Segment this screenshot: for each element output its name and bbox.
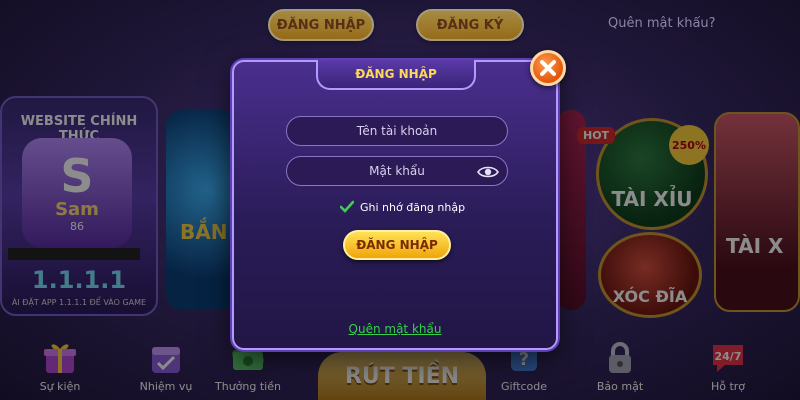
percent-badge: 250% bbox=[669, 125, 709, 165]
password-input[interactable]: Mật khẩu bbox=[286, 156, 508, 186]
hot-badge: HOT bbox=[577, 127, 616, 144]
username-input[interactable]: Tên tài khoản bbox=[286, 116, 508, 146]
close-icon bbox=[540, 60, 556, 76]
forgot-password-link[interactable]: Quên mật khẩu bbox=[234, 322, 556, 336]
checkmark-icon bbox=[340, 200, 354, 213]
svg-text:?: ? bbox=[519, 349, 529, 370]
nav-rewards-label: Thưởng tiền bbox=[215, 380, 281, 393]
gift-box-icon bbox=[40, 340, 80, 376]
nav-security[interactable]: Bảo mật bbox=[584, 340, 656, 400]
taixiu-card-label: TÀI X bbox=[726, 234, 784, 258]
website-card: WEBSITE CHÍNH THỨC S Sam 86 1.1.1.1 ÀI Đ… bbox=[0, 96, 158, 316]
nav-missions-label: Nhiệm vụ bbox=[139, 380, 193, 393]
login-button[interactable]: ĐĂNG NHẬP bbox=[343, 230, 451, 260]
sam86-logo: S Sam 86 bbox=[22, 138, 132, 248]
nav-giftcode-label: Giftcode bbox=[500, 380, 548, 393]
calendar-icon bbox=[146, 340, 186, 376]
support-247-icon: 24/7 bbox=[708, 340, 748, 376]
website-hint: ÀI ĐẶT APP 1.1.1.1 ĐỂ VÀO GAME bbox=[11, 298, 147, 307]
password-placeholder: Mật khẩu bbox=[369, 164, 425, 178]
taixiu-game-icon[interactable]: HOT 250% TÀI XỈU bbox=[577, 118, 709, 230]
nav-support[interactable]: 24/7 Hỗ trợ bbox=[692, 340, 764, 400]
remember-me-checkbox[interactable]: Ghi nhớ đăng nhập bbox=[340, 200, 465, 214]
withdraw-button[interactable]: RÚT TIỀN bbox=[318, 352, 486, 400]
fish-game-label: BẮN bbox=[180, 220, 228, 244]
eye-icon[interactable] bbox=[477, 163, 499, 181]
nav-events-label: Sự kiện bbox=[39, 380, 81, 393]
top-forgot-password-link[interactable]: Quên mật khẩu? bbox=[608, 16, 716, 31]
remember-me-label: Ghi nhớ đăng nhập bbox=[360, 200, 466, 214]
lock-icon bbox=[600, 340, 640, 376]
nav-missions[interactable]: Nhiệm vụ bbox=[130, 340, 202, 400]
website-version: 1.1.1.1 bbox=[31, 266, 127, 294]
website-url-bar bbox=[8, 248, 140, 260]
login-modal: ĐĂNG NHẬP Tên tài khoản Mật khẩu Ghi nhớ… bbox=[232, 50, 566, 350]
taixiu-label: TÀI XỈU bbox=[611, 187, 693, 211]
logo-name: Sam bbox=[55, 199, 99, 220]
logo-number: 86 bbox=[70, 220, 84, 233]
top-login-button[interactable]: ĐĂNG NHẬP bbox=[268, 9, 374, 41]
modal-title: ĐĂNG NHẬP bbox=[316, 60, 476, 90]
support-badge-text: 24/7 bbox=[715, 350, 742, 363]
nav-support-label: Hỗ trợ bbox=[710, 380, 746, 393]
nav-events[interactable]: Sự kiện bbox=[24, 340, 96, 400]
nav-security-label: Bảo mật bbox=[596, 380, 644, 393]
top-register-button[interactable]: ĐĂNG KÝ bbox=[416, 9, 524, 41]
xocdia-label: XÓC ĐĨA bbox=[612, 287, 688, 306]
username-placeholder: Tên tài khoản bbox=[356, 124, 438, 138]
taixiu-game-card[interactable]: TÀI X bbox=[714, 112, 800, 312]
logo-letter: S bbox=[60, 149, 94, 203]
xocdia-game-icon[interactable]: XÓC ĐĨA bbox=[598, 232, 702, 318]
fish-game-card[interactable]: BẮN bbox=[166, 110, 236, 310]
close-button[interactable] bbox=[530, 50, 566, 86]
